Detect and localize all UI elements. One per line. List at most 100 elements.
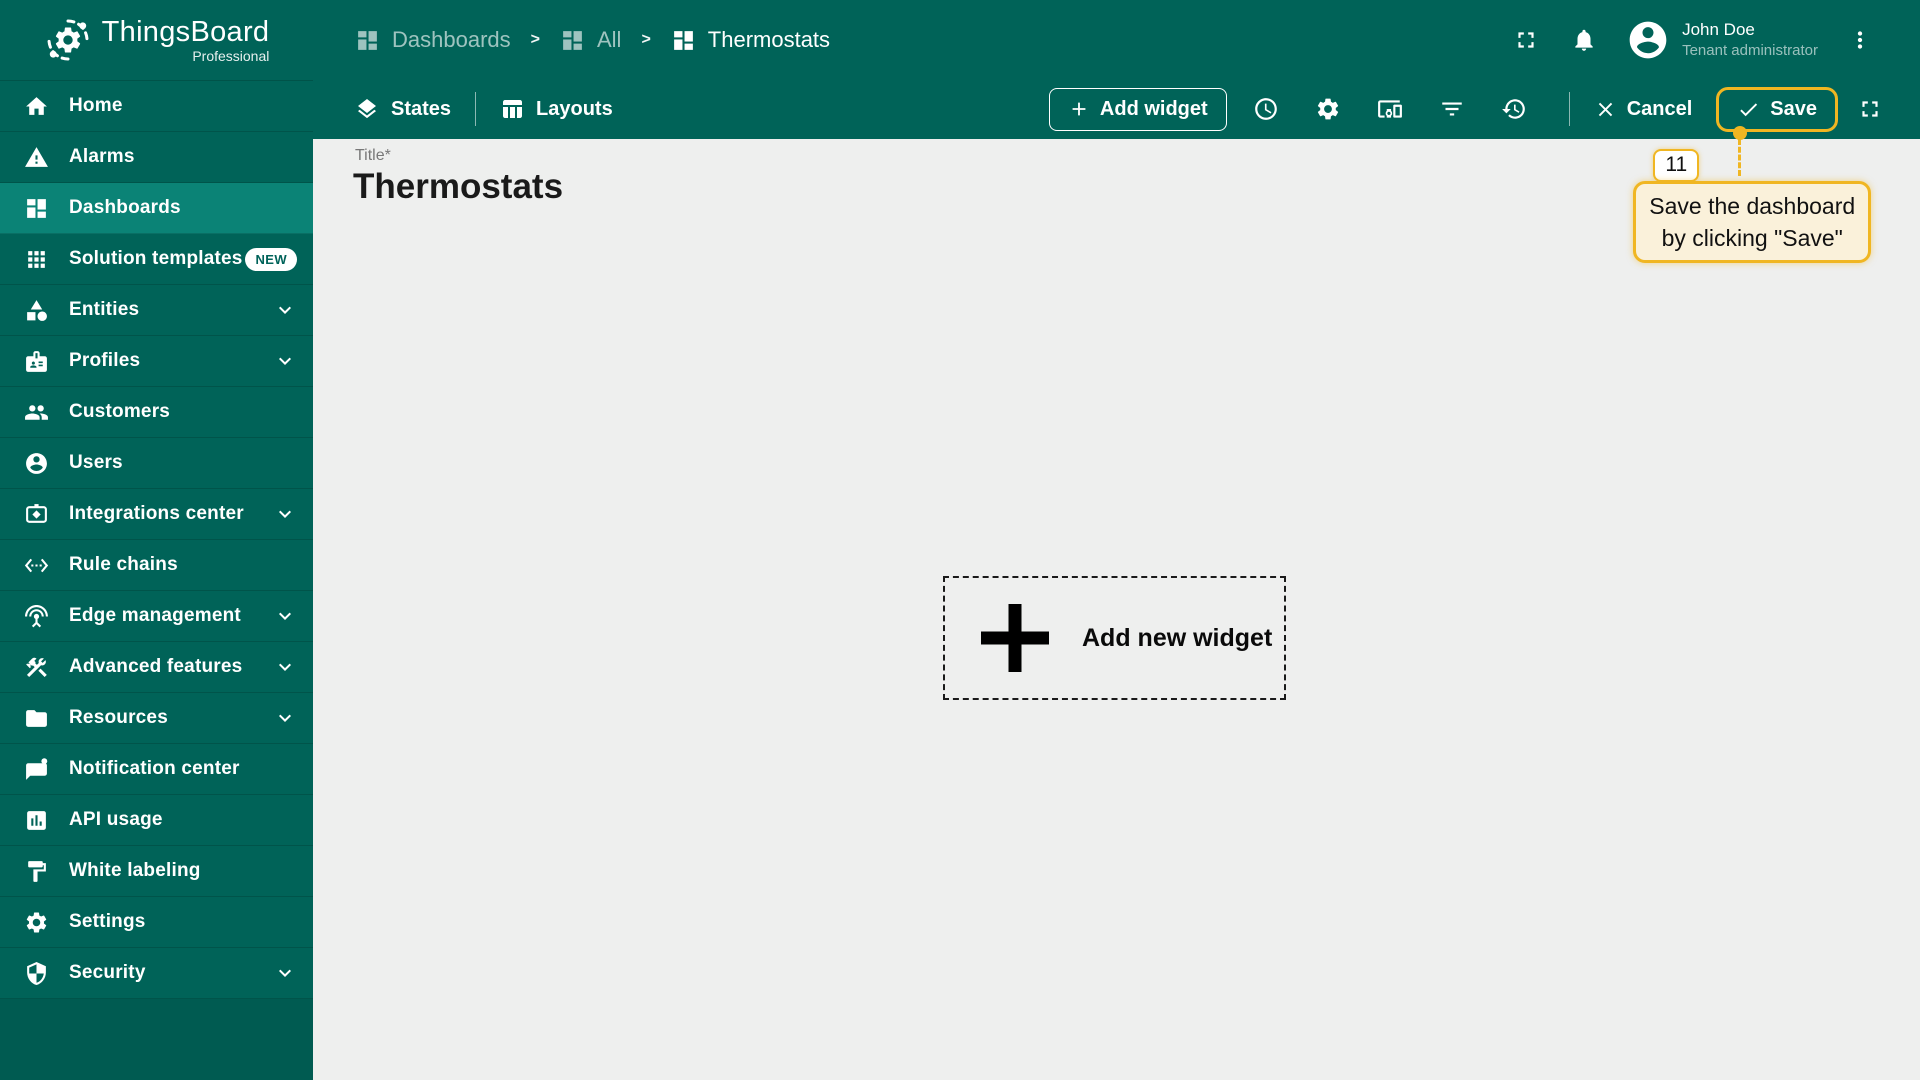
sidebar-item-users[interactable]: Users: [0, 438, 313, 489]
fullscreen-icon: [1857, 96, 1883, 122]
time-window-button[interactable]: [1250, 93, 1282, 125]
entity-aliases-button[interactable]: [1374, 93, 1406, 125]
layout-table-icon: [500, 97, 524, 121]
notifications-button[interactable]: [1568, 24, 1600, 56]
states-button[interactable]: States: [355, 97, 451, 121]
new-badge: NEW: [245, 247, 297, 271]
more-menu-button[interactable]: [1844, 24, 1876, 56]
toolbar-icon-group: [1235, 93, 1545, 125]
sidebar-item-advanced-features[interactable]: Advanced features: [0, 642, 313, 693]
fullscreen-icon: [1513, 27, 1539, 53]
dashboard-icon: [560, 28, 585, 53]
dashboard-icon: [355, 28, 380, 53]
user-menu[interactable]: John Doe Tenant administrator: [1626, 18, 1818, 62]
sidebar-item-entities[interactable]: Entities: [0, 285, 313, 336]
breadcrumb: Dashboards > All > Thermostats: [355, 27, 830, 53]
sidebar-item-api-usage[interactable]: API usage: [0, 795, 313, 846]
close-icon: [1594, 98, 1617, 121]
sidebar-menu: Home Alarms Dashboards Solution template…: [0, 81, 313, 999]
user-role: Tenant administrator: [1682, 42, 1818, 60]
breadcrumb-item-thermostats[interactable]: Thermostats: [671, 27, 830, 53]
save-button[interactable]: Save 11 Save the dashboard by clicking "…: [1633, 86, 1872, 263]
layouts-button[interactable]: Layouts: [500, 97, 613, 121]
add-new-widget-label: Add new widget: [1082, 623, 1273, 652]
breadcrumb-separator: >: [530, 31, 540, 48]
states-label: States: [391, 97, 452, 120]
sidebar-item-profiles[interactable]: Profiles: [0, 336, 313, 387]
chevron-down-icon: [273, 655, 297, 679]
sidebar-item-rule-chains[interactable]: Rule chains: [0, 540, 313, 591]
breadcrumb-label: Dashboards: [392, 27, 511, 52]
paint-icon: [24, 859, 49, 884]
filters-button[interactable]: [1436, 93, 1468, 125]
sidebar-item-solution-templates[interactable]: Solution templates NEW: [0, 234, 313, 285]
apps-icon: [24, 247, 49, 272]
bell-icon: [1571, 27, 1597, 53]
gear-icon: [24, 910, 49, 935]
chart-icon: [24, 808, 49, 833]
breadcrumb-separator: >: [641, 31, 651, 48]
devices-icon: [1377, 96, 1403, 122]
add-widget-label: Add widget: [1099, 97, 1208, 120]
chevron-down-icon: [273, 604, 297, 628]
breadcrumb-label: All: [596, 27, 622, 52]
badge-icon: [24, 349, 49, 374]
annotation-connector-line: [1738, 138, 1742, 176]
breadcrumb-item-dashboards[interactable]: Dashboards: [355, 27, 511, 53]
plus-icon: [981, 604, 1049, 672]
construction-icon: [24, 655, 49, 680]
toolbar-fullscreen-button[interactable]: [1854, 93, 1886, 125]
edit-toolbar: States Layouts Add widget Cancel Save 11…: [313, 80, 1920, 263]
cancel-button[interactable]: Cancel: [1594, 98, 1692, 121]
sidebar-item-notification-center[interactable]: Notification center: [0, 744, 313, 795]
chevron-down-icon: [273, 706, 297, 730]
top-bar: Dashboards > All > Thermostats John Doe Tena…: [313, 0, 1920, 263]
annotation-line-1: Save the dashboard: [1649, 192, 1856, 219]
annotation-line-2: by clicking "Save": [1661, 224, 1843, 251]
antenna-icon: [24, 604, 49, 629]
home-icon: [24, 94, 49, 119]
header-row: Dashboards > All > Thermostats John Doe Tena…: [313, 0, 1920, 80]
more-vert-icon: [1847, 27, 1873, 53]
chevron-down-icon: [273, 961, 297, 985]
version-history-button[interactable]: [1498, 93, 1530, 125]
app-logo[interactable]: ThingsBoard Professional: [0, 0, 313, 81]
dashboard-title-value: Thermostats: [353, 167, 564, 206]
avatar: [1626, 18, 1670, 62]
category-icon: [24, 298, 49, 323]
annotation-tooltip: Save the dashboard by clicking "Save": [1633, 180, 1872, 263]
sidebar-item-integrations-center[interactable]: Integrations center: [0, 489, 313, 540]
sidebar-filler: [0, 999, 313, 1080]
sidebar-item-white-labeling[interactable]: White labeling: [0, 846, 313, 897]
thingsboard-logo-icon: [44, 16, 92, 64]
chevron-down-icon: [273, 349, 297, 373]
dashboard-title-field[interactable]: Title* Thermostats: [353, 147, 564, 207]
add-new-widget-button[interactable]: Add new widget: [943, 576, 1286, 700]
chevron-down-icon: [273, 502, 297, 526]
sidebar-item-edge-management[interactable]: Edge management: [0, 591, 313, 642]
sidebar-item-dashboards[interactable]: Dashboards: [0, 183, 313, 234]
sidebar-item-alarms[interactable]: Alarms: [0, 132, 313, 183]
layouts-label: Layouts: [536, 97, 613, 120]
sidebar-item-home[interactable]: Home: [0, 81, 313, 132]
sidebar-item-security[interactable]: Security: [0, 948, 313, 999]
header-actions: John Doe Tenant administrator: [1484, 18, 1876, 62]
sidebar-item-settings[interactable]: Settings: [0, 897, 313, 948]
breadcrumb-item-all[interactable]: All: [560, 27, 621, 53]
gear-icon: [1315, 96, 1341, 122]
folder-icon: [24, 706, 49, 731]
history-icon: [1501, 96, 1527, 122]
sidebar-item-resources[interactable]: Resources: [0, 693, 313, 744]
dashboard-icon: [671, 28, 696, 53]
sidebar-item-customers[interactable]: Customers: [0, 387, 313, 438]
integration-icon: [24, 502, 49, 527]
add-widget-button[interactable]: Add widget: [1048, 87, 1227, 131]
account-icon: [1626, 18, 1670, 62]
schedule-icon: [1253, 96, 1279, 122]
check-icon: [1737, 98, 1760, 121]
app-name: ThingsBoard: [101, 15, 270, 48]
account-icon: [24, 451, 49, 476]
fullscreen-button[interactable]: [1510, 24, 1542, 56]
dashboard-canvas: Title* Thermostats Add new widget: [313, 139, 1920, 1080]
dashboard-settings-button[interactable]: [1312, 93, 1344, 125]
